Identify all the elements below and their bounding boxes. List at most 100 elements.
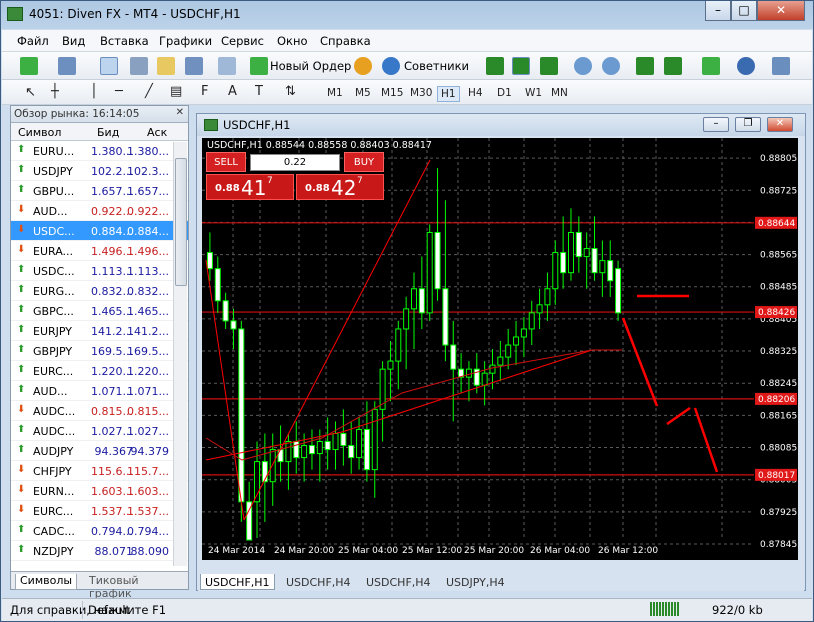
chart-minimize-button[interactable]: – (703, 117, 729, 132)
profiles-icon[interactable] (58, 57, 76, 75)
trendline[interactable] (693, 407, 719, 473)
scrollbar-thumb[interactable] (175, 158, 187, 286)
list-item[interactable]: ⬇ CHFJPY 115.6... 115.7... (11, 461, 188, 481)
channel-icon[interactable]: ▤ (167, 83, 185, 100)
menu-window[interactable]: Окно (277, 34, 308, 48)
new-chart-icon[interactable] (20, 57, 38, 75)
sell-button[interactable]: SELL (206, 152, 246, 172)
text-icon[interactable]: A (225, 83, 240, 100)
zoom-in-icon[interactable] (574, 57, 592, 75)
list-item[interactable]: ⬆ USDC... 1.113... 1.113... (11, 261, 188, 281)
col-symbol[interactable]: Символ (18, 126, 61, 139)
buy-button[interactable]: BUY (344, 152, 384, 172)
close-button[interactable]: ✕ (757, 1, 805, 21)
price-chart[interactable]: 0.888050.887250.886450.885650.884850.884… (202, 138, 798, 560)
list-item[interactable]: ⬆ USDJPY 102.2... 102.3... (11, 161, 188, 181)
tf-w1[interactable]: W1 (522, 86, 545, 100)
list-item[interactable]: ⬆ AUDC... 1.027... 1.027... (11, 421, 188, 441)
trendline[interactable] (621, 317, 659, 407)
terminal-icon[interactable] (185, 57, 203, 75)
autotrading-icon[interactable] (382, 57, 400, 75)
trendline-icon[interactable]: ╱ (142, 83, 156, 100)
list-item[interactable]: ⬆ GBPU... 1.657... 1.657... (11, 181, 188, 201)
chart-shift-icon[interactable] (664, 57, 682, 75)
templates-icon[interactable] (772, 57, 790, 75)
bid-cell: 1.113... (91, 265, 133, 278)
trendline[interactable] (666, 406, 691, 426)
menu-insert[interactable]: Вставка (100, 34, 149, 48)
new-order-icon[interactable] (250, 57, 268, 75)
fibonacci-icon[interactable]: F (198, 83, 211, 100)
list-item[interactable]: ⬇ USDC... 0.884... 0.884... (11, 221, 188, 241)
tab-usdjpy-h4[interactable]: USDJPY,H4 (442, 576, 509, 589)
chart-restore-button[interactable]: ❐ (735, 117, 761, 132)
tab-tick-chart[interactable]: Тиковый график (85, 574, 188, 600)
cursor-icon[interactable]: ↖ (22, 84, 39, 101)
list-item[interactable]: ⬆ GBPC... 1.465... 1.465... (11, 301, 188, 321)
experts-icon[interactable] (354, 57, 372, 75)
tf-m5[interactable]: M5 (352, 86, 374, 100)
autoscroll-icon[interactable] (636, 57, 654, 75)
arrows-icon[interactable]: ⇅ (282, 83, 299, 100)
bid-cell: 0.922... (91, 205, 133, 218)
list-item[interactable]: ⬇ EURA... 1.496... 1.496... (11, 241, 188, 261)
vertical-line-icon[interactable]: │ (87, 83, 101, 100)
line-chart-icon[interactable] (540, 57, 558, 75)
candlestick-icon[interactable] (512, 57, 530, 75)
tab-usdchf-h1[interactable]: USDCHF,H1 (200, 574, 275, 590)
trendline[interactable] (243, 159, 431, 521)
list-item[interactable]: ⬆ EURG... 0.832... 0.832... (11, 281, 188, 301)
list-item[interactable]: ⬇ EURC... 1.537... 1.537... (11, 501, 188, 521)
maximize-button[interactable]: □ (731, 1, 757, 21)
new-order-button[interactable]: Новый Ордер (270, 59, 351, 73)
tf-m1[interactable]: M1 (324, 86, 346, 100)
data-window-icon[interactable] (130, 57, 148, 75)
list-item[interactable]: ⬆ EURC... 1.220... 1.220... (11, 361, 188, 381)
menu-charts[interactable]: Графики (159, 34, 212, 48)
zoom-out-icon[interactable] (602, 57, 620, 75)
buy-price[interactable]: 0.88 42 7 (296, 174, 384, 200)
tab-usdchf-h4-2[interactable]: USDCHF,H4 (362, 576, 435, 589)
tester-icon[interactable] (218, 57, 236, 75)
menu-help[interactable]: Справка (320, 34, 371, 48)
periods-icon[interactable] (737, 57, 755, 75)
sell-price[interactable]: 0.88 41 7 (206, 174, 294, 200)
market-watch-icon[interactable] (100, 57, 118, 75)
navigator-icon[interactable] (157, 57, 175, 75)
lot-input[interactable]: 0.22 (250, 154, 340, 171)
menu-tools[interactable]: Сервис (221, 34, 264, 48)
list-item[interactable]: ⬆ GBPJPY 169.5... 169.5... (11, 341, 188, 361)
minimize-button[interactable]: – (705, 1, 731, 21)
tf-m15[interactable]: M15 (378, 86, 406, 100)
close-icon[interactable]: ✕ (176, 107, 184, 118)
market-watch-scrollbar[interactable] (173, 142, 187, 566)
list-item[interactable]: ⬆ AUDJPY 94.367 94.379 (11, 441, 188, 461)
tf-h4[interactable]: H4 (465, 86, 486, 100)
col-ask[interactable]: Аск (147, 126, 167, 139)
list-item[interactable]: ⬆ AUD... 1.071... 1.071... (11, 381, 188, 401)
list-item[interactable]: ⬆ EURJPY 141.2... 141.2... (11, 321, 188, 341)
menu-view[interactable]: Вид (62, 34, 85, 48)
col-bid[interactable]: Бид (97, 126, 119, 139)
tab-usdchf-h4[interactable]: USDCHF,H4 (282, 576, 355, 589)
list-item[interactable]: ⬇ EURN... 1.603... 1.603... (11, 481, 188, 501)
tab-symbols[interactable]: Символы (15, 574, 78, 590)
tf-m30[interactable]: M30 (407, 86, 435, 100)
tf-mn[interactable]: MN (548, 86, 571, 100)
list-item[interactable]: ⬆ EURU... 1.380... 1.380... (11, 141, 188, 161)
list-item[interactable]: ⬆ NZDJPY 88.071 88.090 (11, 541, 188, 561)
horizontal-line-icon[interactable]: ─ (112, 83, 126, 100)
crosshair-icon[interactable]: ┼ (48, 83, 62, 100)
indicators-icon[interactable] (702, 57, 720, 75)
tf-h1[interactable]: H1 (437, 86, 460, 102)
tf-d1[interactable]: D1 (494, 86, 515, 100)
experts-button[interactable]: Советники (404, 59, 469, 73)
list-item[interactable]: ⬇ AUD... 0.922... 0.922... (11, 201, 188, 221)
list-item[interactable]: ⬆ CADC... 0.794... 0.794... (11, 521, 188, 541)
bar-chart-icon[interactable] (486, 57, 504, 75)
text-label-icon[interactable]: T (252, 83, 266, 100)
list-item[interactable]: ⬇ AUDC... 0.815... 0.815... (11, 401, 188, 421)
menu-file[interactable]: Файл (17, 34, 49, 48)
trendline[interactable] (205, 259, 245, 521)
chart-close-button[interactable]: ✕ (767, 117, 793, 132)
